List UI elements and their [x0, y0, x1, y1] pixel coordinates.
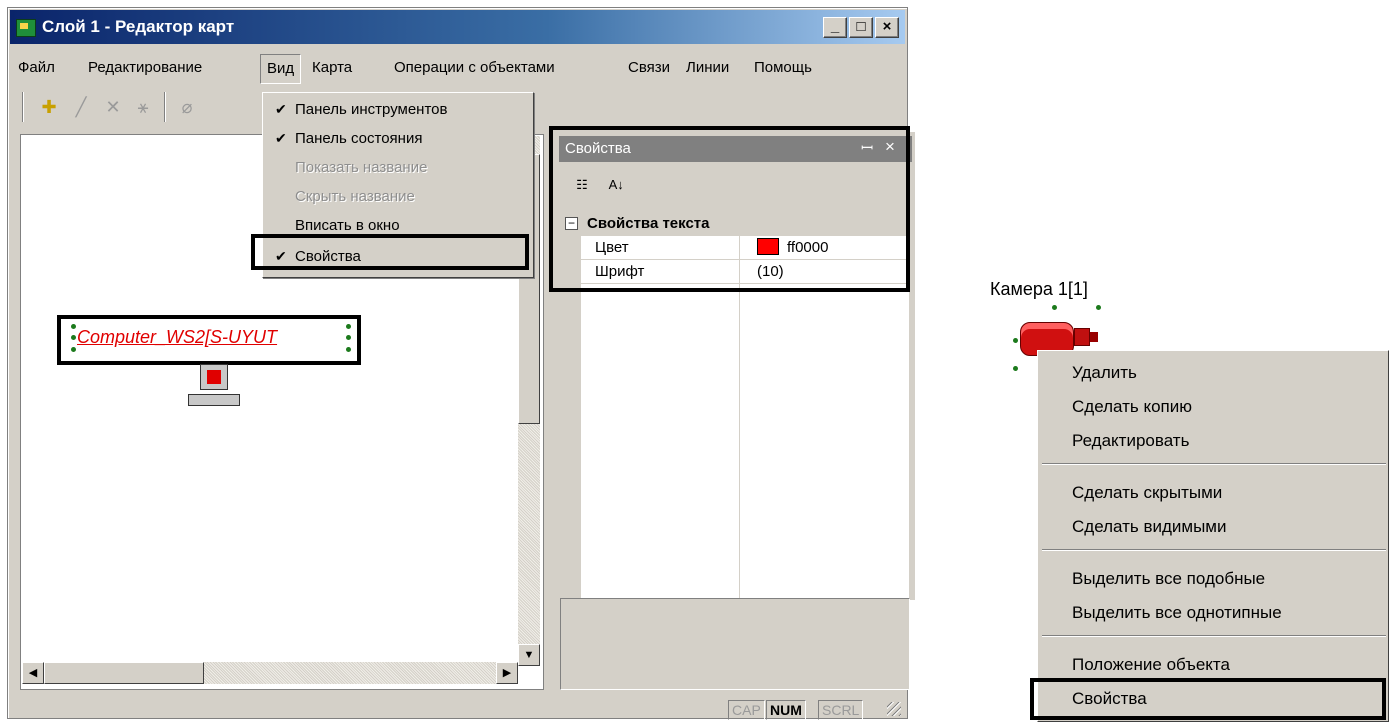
menu-file[interactable]: Файл	[12, 54, 61, 84]
computer-screen	[200, 364, 228, 390]
toolbar-separator	[22, 92, 24, 122]
menu-item-statusbar[interactable]: ✔ Панель состояния	[265, 124, 531, 153]
resize-grip[interactable]	[887, 702, 901, 716]
title-bar[interactable]: Слой 1 - Редактор карт _ □ ×	[10, 10, 905, 44]
selection-handle[interactable]	[71, 324, 76, 329]
ctx-item-delete[interactable]: Удалить	[1038, 357, 1388, 389]
scroll-down-button[interactable]: ▼	[518, 644, 540, 666]
menu-separator	[1042, 635, 1386, 637]
context-properties-highlight	[1030, 678, 1386, 720]
menu-links[interactable]: Связи	[622, 54, 676, 84]
toolbar-separator	[164, 92, 166, 122]
menu-separator	[1042, 549, 1386, 551]
horizontal-scrollbar[interactable]: ◀ ▶	[22, 662, 518, 684]
menu-object-operations[interactable]: Операции с объектами	[388, 54, 561, 84]
menu-map[interactable]: Карта	[306, 54, 358, 84]
map-editor-window: Слой 1 - Редактор карт _ □ × Файл Редакт…	[7, 7, 915, 720]
context-menu: Удалить Сделать копию Редактировать Сдел…	[1037, 350, 1389, 722]
scroll-right-button[interactable]: ▶	[496, 662, 518, 684]
menu-lines[interactable]: Линии	[680, 54, 735, 84]
object-label-highlight: Computer_WS2[S-UYUT	[57, 315, 361, 365]
property-description-box	[560, 598, 910, 690]
check-icon: ✔	[275, 101, 287, 117]
camera-label[interactable]: Камера 1[1]	[990, 279, 1088, 300]
close-button[interactable]: ×	[875, 17, 899, 38]
menu-help[interactable]: Помощь	[748, 54, 818, 84]
computer-base	[188, 394, 240, 406]
draw-line-icon[interactable]: ╱	[70, 96, 92, 118]
menu-view[interactable]: Вид	[260, 54, 302, 84]
horizontal-scroll-thumb[interactable]	[44, 662, 204, 684]
scroll-left-button[interactable]: ◀	[22, 662, 44, 684]
menu-bar: Файл Редактирование Вид Карта Операции с…	[10, 54, 905, 84]
maximize-button[interactable]: □	[849, 17, 873, 38]
computer-object-label[interactable]: Computer_WS2[S-UYUT	[77, 327, 277, 348]
status-bar: CAP NUM SCRL	[10, 698, 905, 720]
ctx-item-edit[interactable]: Редактировать	[1038, 425, 1388, 457]
selection-handle[interactable]	[1013, 366, 1018, 371]
selection-handle[interactable]	[346, 335, 351, 340]
menu-item-hide-name[interactable]: Скрыть название	[265, 182, 531, 211]
selection-handle[interactable]	[1013, 338, 1018, 343]
scroll-indicator: SCRL	[818, 700, 864, 720]
camera-tip	[1090, 332, 1098, 342]
toolbar: ✚ ╱ ✕ ⚹ ⌀	[16, 90, 256, 124]
check-icon: ✔	[275, 130, 287, 146]
ctx-item-hide[interactable]: Сделать скрытыми	[1038, 477, 1388, 509]
menu-separator	[1042, 463, 1386, 465]
properties-highlight	[549, 126, 910, 292]
selection-handle[interactable]	[71, 335, 76, 340]
ctx-item-copy[interactable]: Сделать копию	[1038, 391, 1388, 423]
num-indicator: NUM	[766, 700, 806, 720]
caps-indicator: CAP	[728, 700, 765, 720]
menu-item-toolbar[interactable]: ✔ Панель инструментов	[265, 95, 531, 124]
selection-handle[interactable]	[346, 324, 351, 329]
camera-lens	[1074, 328, 1090, 346]
add-point-icon[interactable]: ✚	[38, 96, 60, 118]
selection-handle[interactable]	[1052, 305, 1057, 310]
selection-handle[interactable]	[71, 347, 76, 352]
selection-handle[interactable]	[346, 347, 351, 352]
menu-edit[interactable]: Редактирование	[82, 54, 208, 84]
selection-handle[interactable]	[1096, 305, 1101, 310]
ctx-item-object-position[interactable]: Положение объекта	[1038, 649, 1388, 681]
menu-item-show-name[interactable]: Показать название	[265, 153, 531, 182]
ctx-item-show[interactable]: Сделать видимыми	[1038, 511, 1388, 543]
delete-icon[interactable]: ✕	[102, 96, 124, 118]
app-icon	[16, 19, 36, 37]
ctx-item-select-similar[interactable]: Выделить все подобные	[1038, 563, 1388, 595]
window-title: Слой 1 - Редактор карт	[42, 17, 235, 36]
add-link-icon[interactable]: ⚹	[132, 96, 154, 118]
ctx-item-select-same-type[interactable]: Выделить все однотипные	[1038, 597, 1388, 629]
minimize-button[interactable]: _	[823, 17, 847, 38]
computer-icon[interactable]	[188, 364, 240, 408]
eraser-icon[interactable]: ⌀	[176, 96, 198, 118]
properties-menu-highlight	[251, 234, 529, 270]
